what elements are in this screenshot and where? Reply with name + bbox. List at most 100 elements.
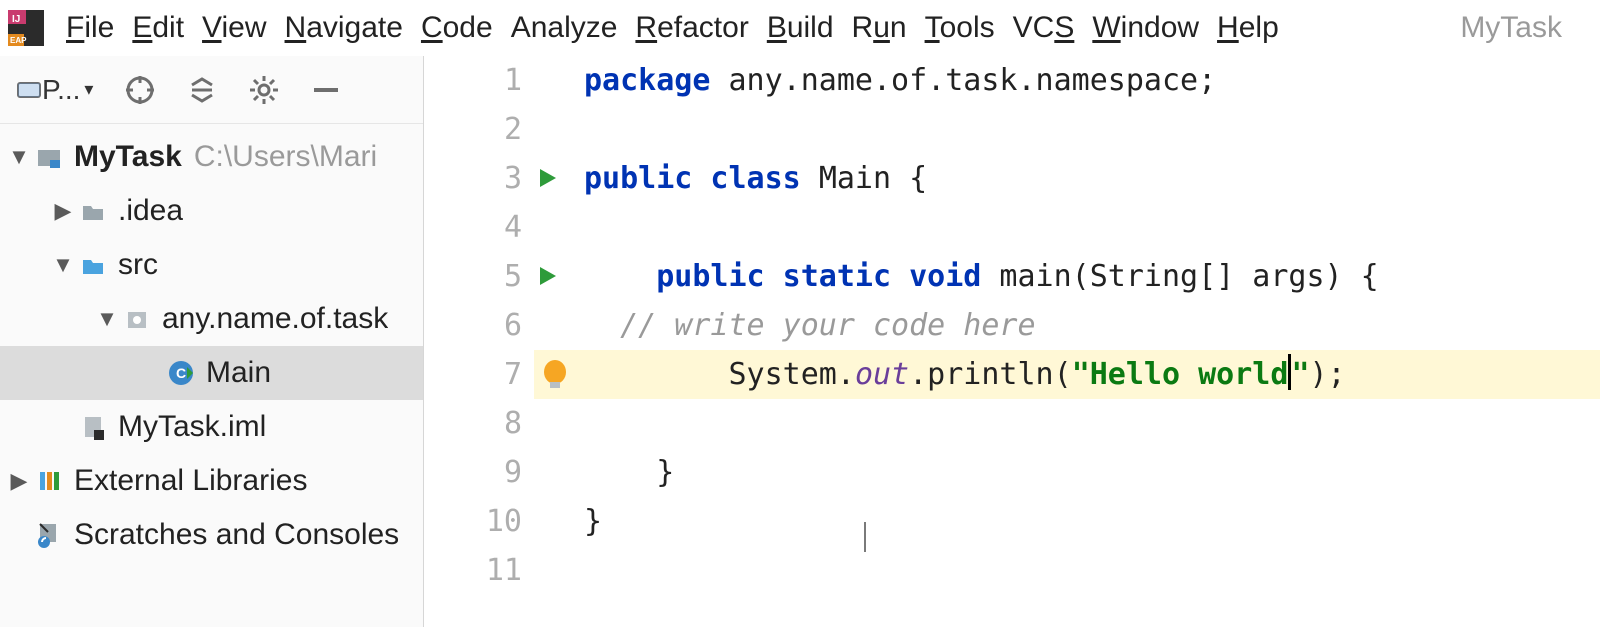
gutter-line: 10: [424, 497, 522, 546]
code-line[interactable]: [534, 203, 1600, 252]
chevron-down-icon: ▾: [84, 79, 93, 100]
menu-refactor[interactable]: Refactor: [635, 11, 748, 45]
code-line[interactable]: public class Main {: [534, 154, 1600, 203]
tree-label: src: [118, 248, 158, 282]
menu-help[interactable]: Help: [1217, 11, 1279, 45]
code-token: .println(: [909, 357, 1072, 392]
scratches-icon: [34, 520, 64, 550]
lightbulb-icon[interactable]: [540, 358, 570, 392]
code-token: ": [1291, 357, 1309, 392]
locate-icon[interactable]: [125, 75, 155, 105]
project-tree: ▼ MyTask C:\Users\Mari ▶ .idea ▼ src ▼any.name.…: [0, 124, 423, 627]
iml-icon: [78, 412, 108, 442]
main-body: P...▾ ▼MyTaskC:\Users\Mari▶.idea▼src▼any…: [0, 56, 1600, 627]
code-token: [584, 308, 620, 343]
tree-label: External Libraries: [74, 464, 307, 498]
package-icon: [122, 304, 152, 334]
menu-bar: IJ EAP File Edit View Navigate Code Analyze Re…: [0, 0, 1600, 56]
code-line[interactable]: public static void main(String[] args) {: [534, 252, 1600, 301]
gutter-line: 7: [424, 350, 522, 399]
code-token: }: [584, 455, 674, 490]
tree-item[interactable]: Scratches and Consoles: [0, 508, 423, 562]
tree-arrow-icon[interactable]: ▶: [6, 468, 32, 494]
code-line[interactable]: [534, 105, 1600, 154]
sidebar-toolbar: P...▾: [0, 56, 423, 124]
libs-icon: [34, 466, 64, 496]
gutter-line: 3: [424, 154, 522, 203]
tree-item[interactable]: ▶ External Libraries: [0, 454, 423, 508]
project-icon: [34, 142, 64, 172]
app-icon: IJ EAP: [8, 10, 44, 46]
code-token: main(String[] args) {: [999, 259, 1378, 294]
menu-build[interactable]: Build: [767, 11, 834, 45]
code-token: public class: [584, 161, 819, 196]
project-sidebar: P...▾ ▼ MyTask C:\Users\Mari ▶ .idea ▼ src ▼any…: [0, 56, 424, 627]
code-token: // write your code here: [620, 308, 1035, 343]
tree-item[interactable]: ▼ src: [0, 238, 423, 292]
code-token: out: [855, 357, 909, 392]
code-token: [584, 259, 656, 294]
tree-item[interactable]: ▶ .idea: [0, 184, 423, 238]
collapse-all-icon[interactable]: [187, 75, 217, 105]
tree-arrow-icon[interactable]: ▶: [50, 198, 76, 224]
code-line[interactable]: package any.name.of.task.namespace;: [534, 56, 1600, 105]
code-token: public static void: [656, 259, 999, 294]
gutter-line: 5: [424, 252, 522, 301]
folder-src-icon: [78, 250, 108, 280]
gear-icon[interactable]: [249, 75, 279, 105]
code-line[interactable]: System.out.println("Hello world");: [534, 350, 1600, 399]
svg-text:C: C: [176, 365, 186, 381]
code-line[interactable]: }: [534, 497, 1600, 546]
hide-panel-icon[interactable]: [311, 75, 341, 105]
gutter-line: 9: [424, 448, 522, 497]
menu-analyze[interactable]: Analyze: [511, 11, 618, 45]
menu-window[interactable]: Window: [1092, 11, 1199, 45]
svg-text:EAP: EAP: [10, 36, 27, 45]
project-view-selector[interactable]: P...▾: [16, 74, 93, 106]
tree-label: .idea: [118, 194, 183, 228]
project-name-label: MyTask: [1460, 11, 1562, 45]
code-token: Main {: [819, 161, 927, 196]
tree-item[interactable]: CMain: [0, 346, 423, 400]
folder-icon: [78, 196, 108, 226]
tree-arrow-icon[interactable]: ▼: [6, 144, 32, 170]
code-token: System.: [584, 357, 855, 392]
code-token: any.name.of.task.namespace;: [729, 63, 1217, 98]
tree-item[interactable]: ▼any.name.of.task: [0, 292, 423, 346]
code-token: }: [584, 504, 602, 539]
code-token: package: [584, 63, 729, 98]
svg-text:IJ: IJ: [12, 14, 20, 25]
code-token: );: [1310, 357, 1346, 392]
tree-label: MyTask.iml: [118, 410, 266, 444]
tree-item[interactable]: ▼ MyTask C:\Users\Mari: [0, 130, 423, 184]
menu-edit[interactable]: Edit: [132, 11, 184, 45]
gutter-line: 8: [424, 399, 522, 448]
project-view-label: P...: [42, 74, 80, 106]
secondary-caret-icon: [864, 522, 866, 552]
code-line[interactable]: // write your code here: [534, 301, 1600, 350]
tree-arrow-icon[interactable]: ▼: [94, 306, 120, 332]
code-line[interactable]: [534, 546, 1600, 595]
menu-code[interactable]: Code: [421, 11, 493, 45]
gutter: 1234567891011: [424, 56, 534, 627]
menu-file[interactable]: File: [66, 11, 114, 45]
tree-path: C:\Users\Mari: [194, 140, 377, 174]
tree-item[interactable]: MyTask.iml: [0, 400, 423, 454]
menu-run[interactable]: Run: [852, 11, 907, 45]
code-line[interactable]: [534, 399, 1600, 448]
gutter-line: 11: [424, 546, 522, 595]
class-icon: C: [166, 358, 196, 388]
gutter-line: 6: [424, 301, 522, 350]
tree-label: MyTask: [74, 140, 182, 174]
code-token: "Hello world: [1072, 357, 1289, 392]
code-line[interactable]: }: [534, 448, 1600, 497]
tree-arrow-icon[interactable]: ▼: [50, 252, 76, 278]
editor-pane[interactable]: 1234567891011 package any.name.of.task.n…: [424, 56, 1600, 627]
gutter-line: 4: [424, 203, 522, 252]
menu-vcs[interactable]: VCS: [1013, 11, 1075, 45]
menu-navigate[interactable]: Navigate: [285, 11, 403, 45]
gutter-line: 1: [424, 56, 522, 105]
code-area[interactable]: package any.name.of.task.namespace; publi…: [534, 56, 1600, 627]
menu-view[interactable]: View: [202, 11, 266, 45]
menu-tools[interactable]: Tools: [925, 11, 995, 45]
